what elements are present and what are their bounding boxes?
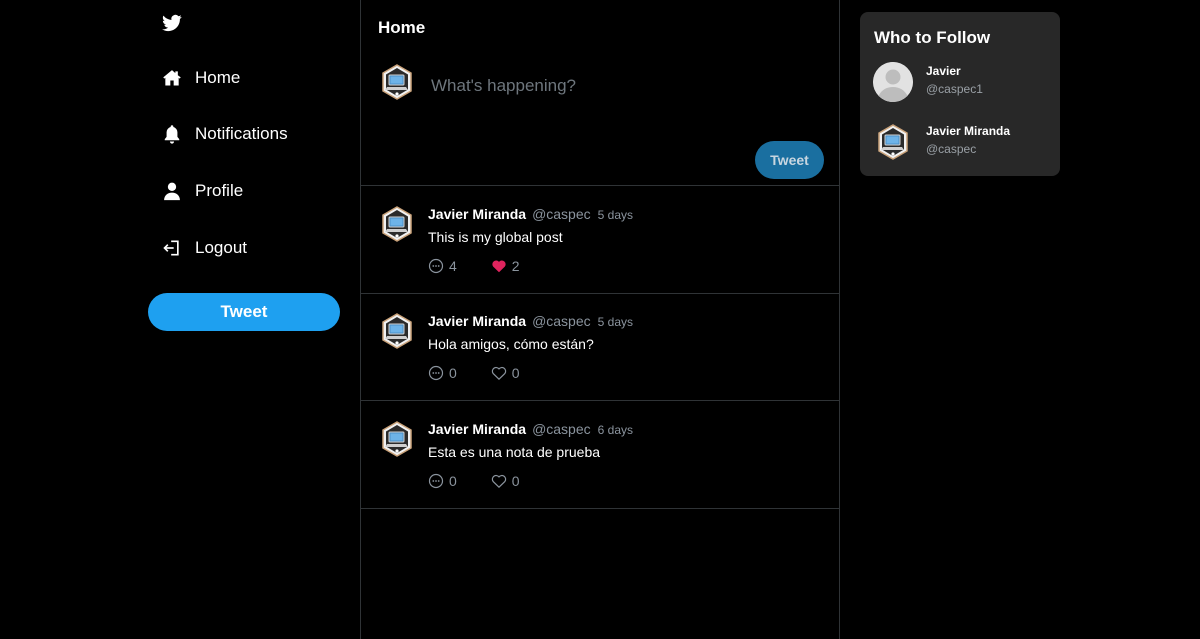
avatar[interactable]: [381, 206, 413, 242]
tweet-header: Javier Miranda @caspec 5 days: [428, 206, 633, 222]
tweet-author-handle: @caspec: [532, 421, 591, 437]
comment-icon: [428, 365, 444, 381]
sidebar-item-label: Logout: [195, 238, 247, 257]
tweet-actions: 0 0: [428, 365, 520, 381]
avatar[interactable]: [381, 421, 413, 457]
follow-user-name: Javier Miranda: [926, 124, 1011, 138]
reply-button[interactable]: 0: [428, 473, 457, 489]
avatar: [381, 64, 413, 100]
tweet-text: Esta es una nota de prueba: [428, 444, 601, 460]
reply-button[interactable]: 0: [428, 365, 457, 381]
main-feed: Home Tweet Javier Miranda @caspec 5 days…: [360, 0, 840, 639]
tweet-header: Javier Miranda @caspec 5 days: [428, 313, 633, 329]
compose-input[interactable]: [431, 74, 811, 98]
comment-icon: [428, 258, 444, 274]
reply-count: 0: [449, 365, 457, 381]
default-avatar[interactable]: [873, 62, 913, 102]
like-button[interactable]: 0: [491, 473, 520, 489]
tweet-actions: 4 2: [428, 258, 520, 274]
follow-user-name: Javier: [926, 64, 961, 78]
tweet-composer: Home Tweet: [361, 0, 839, 186]
compose-tweet-button[interactable]: Tweet: [755, 141, 824, 179]
tweet-author-name[interactable]: Javier Miranda: [428, 421, 526, 437]
sidebar-item-profile[interactable]: Profile: [162, 176, 243, 206]
sidebar-item-label: Home: [195, 68, 241, 87]
heart-outline-icon: [491, 474, 507, 489]
user-icon: [162, 181, 182, 201]
follow-user-handle: @caspec: [926, 142, 977, 156]
sidebar-item-label: Profile: [195, 181, 244, 200]
home-icon: [162, 68, 182, 88]
reply-count: 4: [449, 258, 457, 274]
avatar[interactable]: [381, 313, 413, 349]
tweet-item[interactable]: Javier Miranda @caspec 5 days This is my…: [361, 186, 839, 294]
who-to-follow-title: Who to Follow: [874, 28, 991, 47]
sidebar-item-logout[interactable]: Logout: [162, 233, 247, 263]
like-button[interactable]: 0: [491, 365, 520, 381]
bell-icon: [162, 124, 182, 144]
sidebar-item-home[interactable]: Home: [162, 63, 240, 93]
tweet-author-name[interactable]: Javier Miranda: [428, 206, 526, 222]
twitter-bird-icon[interactable]: [162, 13, 182, 33]
tweet-timestamp: 5 days: [597, 208, 633, 222]
tweet-text: Hola amigos, cómo están?: [428, 336, 594, 352]
tweet-item[interactable]: Javier Miranda @caspec 6 days Esta es un…: [361, 401, 839, 509]
page-title: Home: [378, 18, 426, 37]
tweet-item[interactable]: Javier Miranda @caspec 5 days Hola amigo…: [361, 293, 839, 401]
tweet-timestamp: 5 days: [597, 315, 633, 329]
tweet-author-handle: @caspec: [532, 313, 591, 329]
tweet-actions: 0 0: [428, 473, 520, 489]
who-to-follow-panel: Who to Follow Javier @caspec1 Javier Mir…: [860, 12, 1060, 176]
like-count: 0: [511, 473, 520, 489]
sidebar-tweet-button[interactable]: Tweet: [148, 293, 340, 331]
tweet-author-name[interactable]: Javier Miranda: [428, 313, 526, 329]
tweet-header: Javier Miranda @caspec 6 days: [428, 421, 633, 437]
heart-filled-icon: [492, 260, 506, 273]
reply-button[interactable]: 4: [428, 258, 457, 274]
like-button[interactable]: 2: [491, 258, 520, 274]
follow-user-handle: @caspec1: [926, 82, 983, 96]
tweet-author-handle: @caspec: [532, 206, 591, 222]
logout-icon: [162, 238, 182, 258]
sidebar-item-label: Notifications: [195, 124, 288, 143]
sidebar-item-notifications[interactable]: Notifications: [162, 119, 288, 149]
heart-outline-icon: [491, 366, 507, 381]
left-sidebar: Home Notifications Profile Logout Tweet: [0, 0, 360, 639]
like-count: 2: [511, 258, 520, 274]
like-count: 0: [511, 365, 520, 381]
tweet-text: This is my global post: [428, 229, 563, 245]
follow-suggestion[interactable]: Javier @caspec1: [860, 62, 1060, 104]
comment-icon: [428, 473, 444, 489]
avatar[interactable]: [877, 124, 909, 160]
tweet-timestamp: 6 days: [597, 423, 633, 437]
follow-suggestion[interactable]: Javier Miranda @caspec: [860, 122, 1060, 164]
reply-count: 0: [449, 473, 457, 489]
